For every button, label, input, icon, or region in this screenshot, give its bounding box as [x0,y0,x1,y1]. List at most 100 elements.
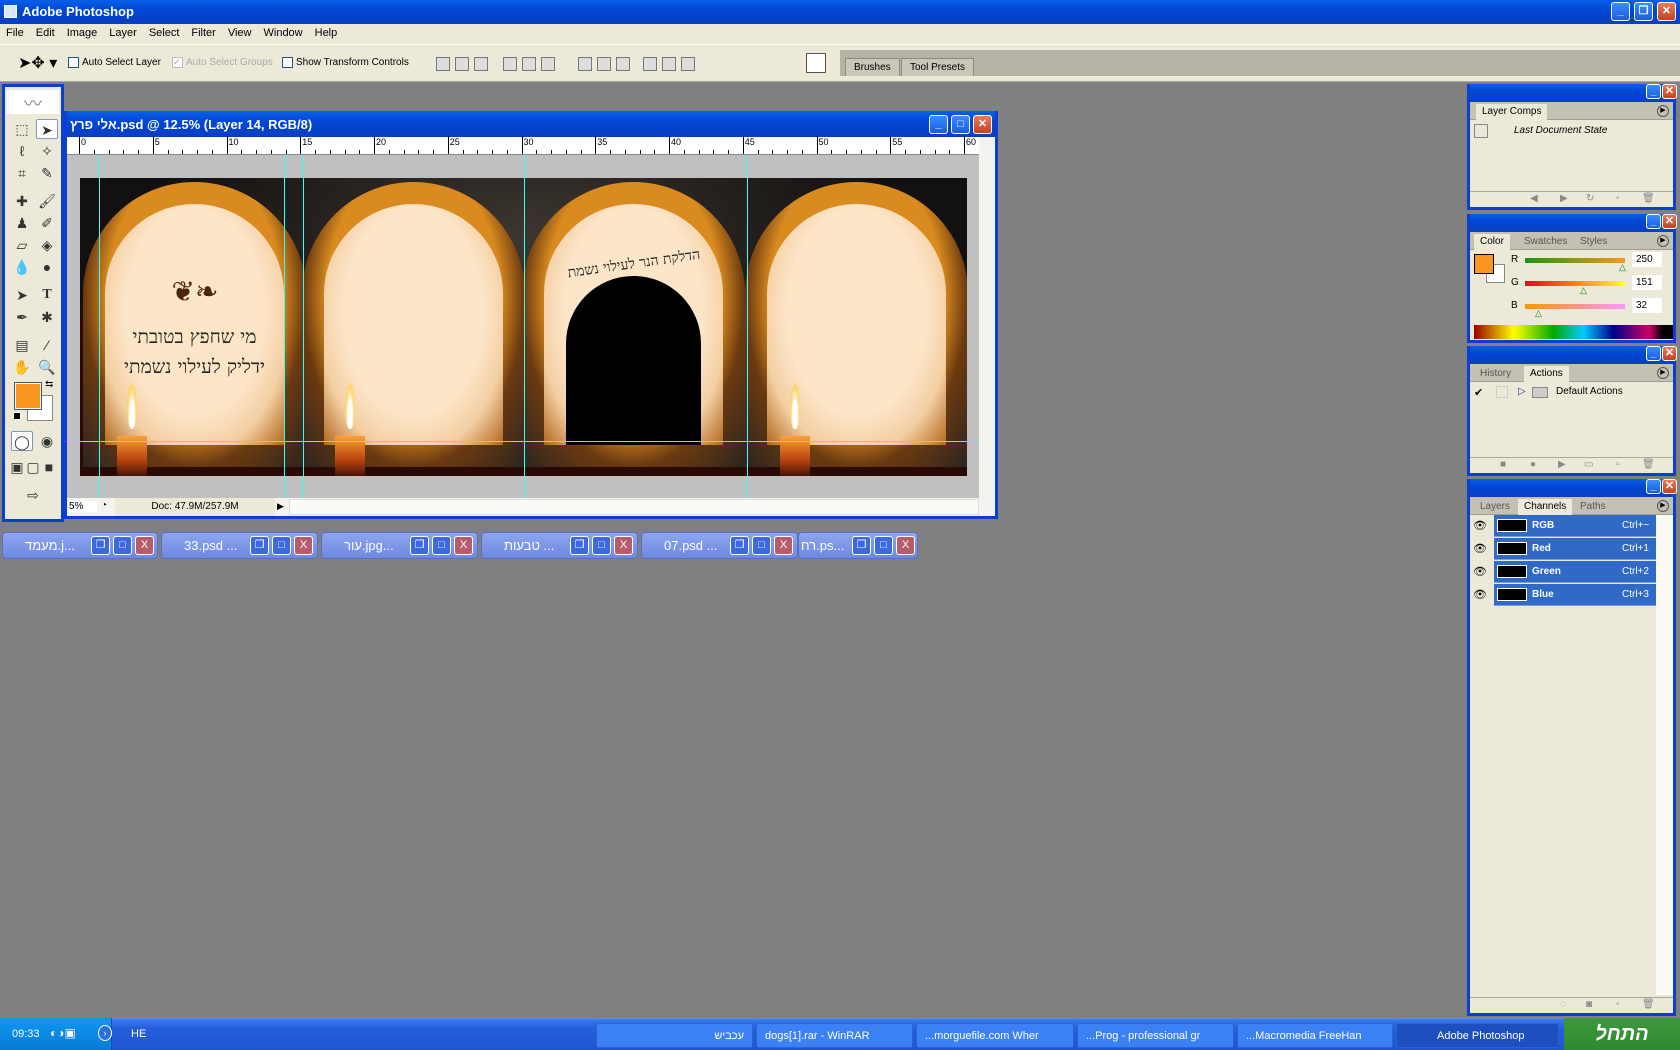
task-morguefile[interactable]: ...morguefile.com Wher [916,1023,1074,1048]
load-selection-icon[interactable]: ◌ [1560,999,1566,1010]
guide-horizontal[interactable] [67,441,979,442]
play-icon[interactable]: ▶ [1558,459,1566,470]
menu-layer[interactable]: Layer [103,24,143,42]
magic-wand-tool-icon[interactable]: ✧ [36,141,58,161]
full-screen-menu-mode-icon[interactable]: ▢ [25,457,41,477]
doc-minimize-button[interactable]: _ [929,115,948,134]
align-hcenter-icon[interactable] [522,57,536,71]
distribute-top-icon[interactable] [578,57,592,71]
align-bottom-icon[interactable] [474,57,488,71]
fg-color-swatch[interactable] [1474,254,1494,274]
menu-image[interactable]: Image [61,24,104,42]
g-slider-handle-icon[interactable]: △ [1580,285,1587,296]
checkmark-icon[interactable]: ✔ [1474,386,1483,399]
minimized-window[interactable]: מעמד.j... ❐ □ X [2,532,158,559]
distribute-hcenter-icon[interactable] [662,57,676,71]
b-value-field[interactable]: 32 [1632,298,1662,313]
hand-tool-icon[interactable]: ✋ [11,357,33,377]
maximize-icon[interactable]: □ [272,536,291,555]
start-button[interactable]: התחל [1564,1018,1680,1050]
stop-icon[interactable]: ■ [1500,459,1506,470]
tab-swatches[interactable]: Swatches [1518,234,1573,250]
align-top-icon[interactable] [436,57,450,71]
menu-file[interactable]: File [0,24,30,42]
new-channel-icon[interactable]: ▫ [1616,999,1620,1010]
eyedropper-tool-icon[interactable]: ⁄ [36,335,58,355]
trash-icon[interactable]: 🗑 [1642,999,1655,1010]
layer-comp-item[interactable]: Last Document State [1514,125,1607,136]
r-slider-handle-icon[interactable]: △ [1619,262,1626,273]
menu-edit[interactable]: Edit [30,24,61,42]
channel-row-green[interactable]: Green Ctrl+2 [1494,561,1656,583]
minimized-window[interactable]: רח.ps... ❐ □ X [798,532,918,559]
close-icon[interactable]: X [294,536,313,555]
slice-tool-icon[interactable]: ✎ [36,163,58,183]
quick-mask-mode-icon[interactable]: ◉ [36,431,58,451]
minimized-window[interactable]: 07.psd ... ❐ □ X [641,532,798,559]
status-menu-arrow-icon[interactable]: ▶ [277,501,284,512]
maximize-icon[interactable]: □ [874,536,893,555]
close-icon[interactable]: X [135,536,154,555]
notes-tool-icon[interactable]: ▤ [11,335,33,355]
close-icon[interactable]: X [896,536,915,555]
clock[interactable]: 09:33 [12,1028,40,1040]
menu-select[interactable]: Select [143,24,186,42]
pen-tool-icon[interactable]: ✒ [11,307,33,327]
panel-minimize-button[interactable]: _ [1646,346,1661,361]
crop-tool-icon[interactable]: ⌗ [11,163,33,183]
panel-menu-icon[interactable]: ▶ [1657,500,1669,512]
eye-icon[interactable]: 👁 [1473,519,1487,532]
history-brush-tool-icon[interactable]: ✐ [36,213,58,233]
tab-layer-comps[interactable]: Layer Comps [1476,104,1548,120]
type-tool-icon[interactable]: T [36,285,58,305]
distribute-bottom-icon[interactable] [616,57,630,71]
channel-row-blue[interactable]: Blue Ctrl+3 [1494,584,1656,606]
brush-tool-icon[interactable]: 🖌 [36,191,58,211]
new-icon[interactable]: ▫ [1616,193,1620,204]
previous-icon[interactable]: ◀ [1530,193,1538,204]
tab-actions[interactable]: Actions [1524,366,1569,382]
align-left-icon[interactable] [503,57,517,71]
default-colors-icon[interactable] [13,412,21,420]
zoom-tool-icon[interactable]: 🔍 [36,357,58,377]
panel-close-button[interactable]: ✕ [1662,346,1677,361]
restore-button[interactable]: ❐ [1634,2,1653,21]
eraser-tool-icon[interactable]: ▱ [11,235,33,255]
feather-logo-icon[interactable]: 〰 [7,90,59,114]
panel-close-button[interactable]: ✕ [1662,214,1677,229]
vertical-scrollbar[interactable] [979,137,995,498]
task-freehand[interactable]: ...Macromedia FreeHan [1237,1023,1393,1048]
eye-icon[interactable]: 👁 [1473,565,1487,578]
align-vcenter-icon[interactable] [455,57,469,71]
expand-triangle-icon[interactable]: ▷ [1518,386,1526,397]
lasso-tool-icon[interactable]: ℓ [11,141,33,161]
panel-close-button[interactable]: ✕ [1662,84,1677,99]
menu-window[interactable]: Window [258,24,309,42]
foreground-color-swatch[interactable] [14,382,42,410]
close-icon[interactable]: X [774,536,793,555]
distribute-vcenter-icon[interactable] [597,57,611,71]
panel-menu-icon[interactable]: ▶ [1657,105,1669,117]
menu-view[interactable]: View [222,24,258,42]
align-right-icon[interactable] [541,57,555,71]
r-value-field[interactable]: 250 [1632,252,1662,267]
auto-select-layer-checkbox[interactable]: Auto Select Layer [68,57,161,68]
b-slider-handle-icon[interactable]: △ [1535,308,1542,319]
r-slider[interactable] [1525,258,1625,263]
custom-shape-tool-icon[interactable]: ✱ [36,307,58,327]
record-icon[interactable]: ● [1530,459,1536,470]
healing-brush-tool-icon[interactable]: ✚ [11,191,33,211]
guide-vertical[interactable] [303,155,304,498]
maximize-icon[interactable]: □ [432,536,451,555]
distribute-right-icon[interactable] [681,57,695,71]
task-winrar[interactable]: dogs[1].rar - WinRAR [756,1023,913,1048]
menu-help[interactable]: Help [309,24,344,42]
language-indicator[interactable]: HE [131,1028,146,1040]
distribute-left-icon[interactable] [643,57,657,71]
move-tool-icon[interactable]: ➤ [36,119,58,139]
task-prog[interactable]: ...Prog - professional gr [1077,1023,1234,1048]
next-icon[interactable]: ▶ [1560,193,1568,204]
status-icon[interactable]: ◔ [101,500,107,511]
auto-select-groups-checkbox[interactable]: ✓ Auto Select Groups [172,57,273,68]
channel-row-rgb[interactable]: RGB Ctrl+~ [1494,515,1656,537]
